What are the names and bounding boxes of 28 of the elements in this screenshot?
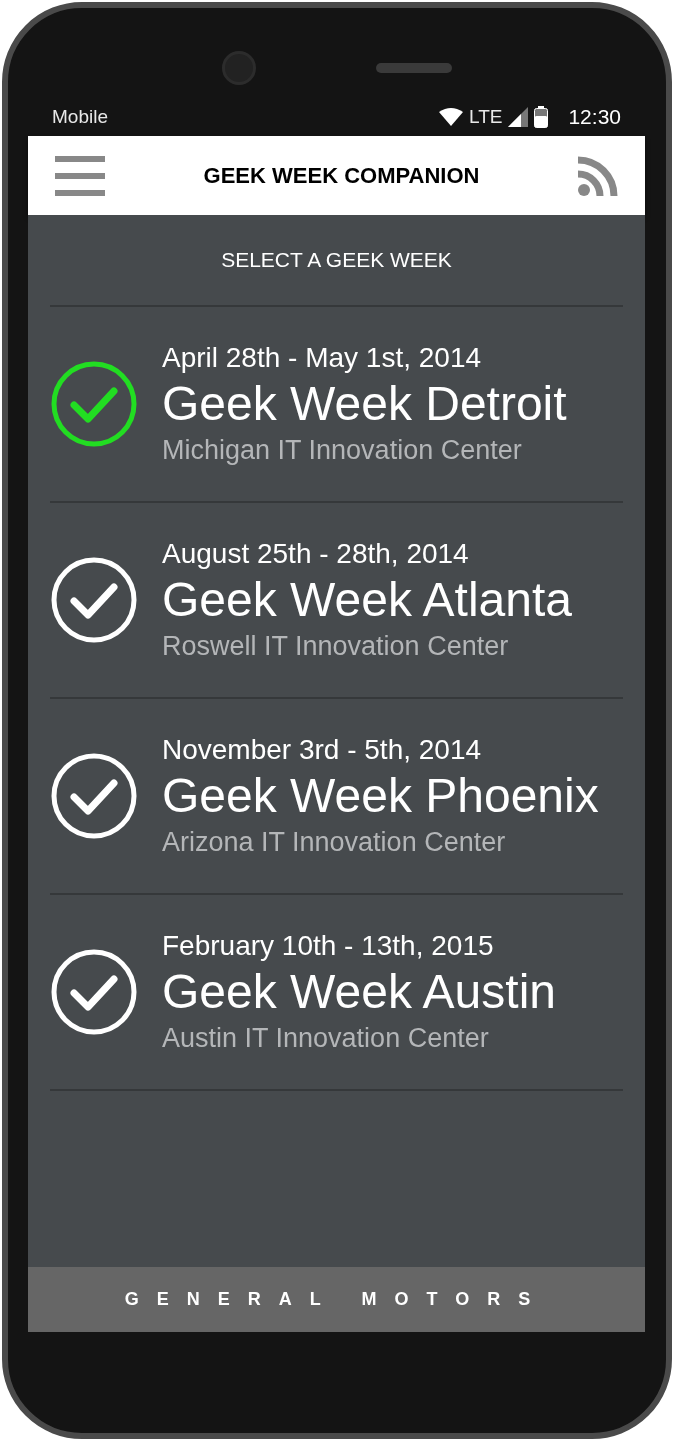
rss-feed-icon[interactable] xyxy=(578,155,618,196)
event-dates: April 28th - May 1st, 2014 xyxy=(162,341,483,375)
event-venue: Roswell IT Innovation Center xyxy=(162,630,510,663)
wifi-icon xyxy=(439,108,463,126)
camera-icon xyxy=(221,51,256,85)
clock-label: 12:30 xyxy=(568,104,621,131)
event-dates: August 25th - 28th, 2014 xyxy=(162,537,470,571)
section-heading: SELECT A GEEK WEEK xyxy=(221,247,452,274)
event-venue: Austin IT Innovation Center xyxy=(162,1022,490,1055)
carrier-label: Mobile xyxy=(52,104,108,129)
event-dates: November 3rd - 5th, 2014 xyxy=(162,733,483,767)
event-name: Geek Week Phoenix xyxy=(162,768,599,824)
signal-icon xyxy=(508,107,529,127)
event-row[interactable]: April 28th - May 1st, 2014 Geek Week Detroit Michigan IT Innovation Center xyxy=(50,307,623,503)
menu-icon[interactable] xyxy=(55,155,105,196)
footer-brand: GENERAL MOTORS xyxy=(124,1288,549,1311)
event-venue: Michigan IT Innovation Center xyxy=(162,434,523,467)
event-row[interactable]: February 10th - 13th, 2015 Geek Week Austin Austin IT Innovation Center xyxy=(50,895,623,1091)
event-name: Geek Week Atlanta xyxy=(162,572,572,628)
event-row[interactable]: November 3rd - 5th, 2014 Geek Week Phoenix Arizona IT Innovation Center xyxy=(50,699,623,895)
event-dates: February 10th - 13th, 2015 xyxy=(162,929,495,963)
event-name: Geek Week Detroit xyxy=(162,376,567,432)
network-label: LTE xyxy=(469,104,503,129)
battery-icon xyxy=(534,106,549,128)
event-row[interactable]: August 25th - 28th, 2014 Geek Week Atlanta Roswell IT Innovation Center xyxy=(50,503,623,699)
event-name: Geek Week Austin xyxy=(162,964,556,1020)
event-venue: Arizona IT Innovation Center xyxy=(162,826,507,859)
app-title: GEEK WEEK COMPANION xyxy=(202,162,481,190)
